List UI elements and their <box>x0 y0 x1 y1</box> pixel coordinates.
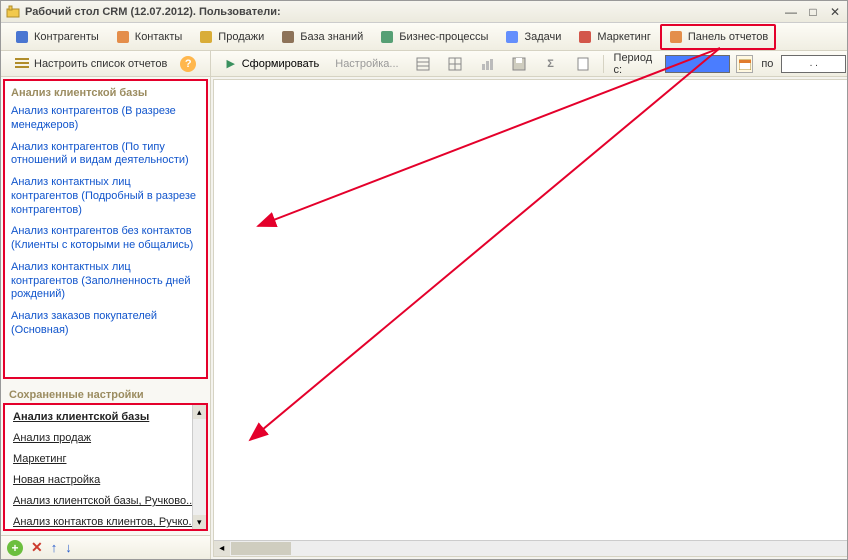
grid-icon <box>415 56 431 72</box>
menu-tasks-button[interactable]: Задачи <box>497 25 568 49</box>
titlebar: Рабочий стол CRM (12.07.2012). Пользоват… <box>1 1 847 23</box>
menu-kb-button[interactable]: База знаний <box>273 25 370 49</box>
tool-btn-3[interactable] <box>473 53 501 75</box>
tool-btn-2[interactable] <box>441 53 469 75</box>
menu-contractors-label: Контрагенты <box>34 31 99 43</box>
report-link[interactable]: Анализ заказов покупателей (Основная) <box>11 310 200 338</box>
left-toolbar: Настроить список отчетов ? <box>1 51 210 77</box>
saved-setting-item[interactable]: Маркетинг <box>5 449 206 470</box>
menu-kb-label: База знаний <box>300 31 363 43</box>
marketing-icon <box>577 29 593 45</box>
left-bottom-toolbar: + ✕ ↑ ↓ <box>1 535 210 559</box>
scroll-down-icon[interactable]: ▾ <box>193 515 206 529</box>
saved-setting-item[interactable]: Анализ контактов клиентов, Ручко... <box>5 512 206 531</box>
move-up-button[interactable]: ↑ <box>51 540 58 555</box>
close-button[interactable]: ✕ <box>827 5 843 19</box>
saved-settings-panel: Анализ клиентской базыАнализ продажМарке… <box>3 403 208 531</box>
menu-sales-label: Продажи <box>218 31 264 43</box>
window-controls: — □ ✕ <box>783 5 843 19</box>
configure-reports-label: Настроить список отчетов <box>34 58 167 70</box>
toolbar-separator <box>603 55 604 73</box>
menu-reports-button[interactable]: Панель отчетов <box>660 24 776 50</box>
menu-marketing-button[interactable]: Маркетинг <box>570 25 657 49</box>
tool-btn-1[interactable] <box>409 53 437 75</box>
saved-setting-item[interactable]: Анализ клиентской базы <box>5 407 206 428</box>
contacts-icon <box>115 29 131 45</box>
add-button[interactable]: + <box>7 540 23 556</box>
kb-icon <box>280 29 296 45</box>
maximize-button[interactable]: □ <box>805 5 821 19</box>
saved-setting-item[interactable]: Анализ клиентской базы, Ручково... <box>5 491 206 512</box>
tool-btn-4[interactable] <box>505 53 533 75</box>
minimize-button[interactable]: — <box>783 5 799 19</box>
menu-reports-label: Панель отчетов <box>688 31 768 43</box>
run-button[interactable]: ▶ Сформировать <box>217 53 326 75</box>
saved-setting-item[interactable]: Новая настройка <box>5 470 206 491</box>
menu-bp-label: Бизнес-процессы <box>399 31 488 43</box>
play-icon: ▶ <box>223 56 239 72</box>
saved-panel-wrap: Сохраненные настройки Анализ клиентской … <box>3 385 208 531</box>
left-pane: Настроить список отчетов ? Анализ клиент… <box>1 51 211 559</box>
menu-sales-button[interactable]: Продажи <box>191 25 271 49</box>
reports-list: Анализ контрагентов (В разрезе менеджеро… <box>11 105 200 338</box>
window-title: Рабочий стол CRM (12.07.2012). Пользоват… <box>25 6 783 18</box>
calendar-from-icon[interactable] <box>736 55 753 73</box>
help-icon[interactable]: ? <box>180 56 196 72</box>
reports-panel: Анализ клиентской базы Анализ контрагент… <box>3 79 208 379</box>
tool-btn-5[interactable]: Σ <box>537 53 565 75</box>
table-icon <box>447 56 463 72</box>
po-label: по <box>761 58 773 70</box>
chart-icon <box>479 56 495 72</box>
report-link[interactable]: Анализ контактных лиц контрагентов (Подр… <box>11 176 200 217</box>
scroll-up-icon[interactable]: ▴ <box>193 405 206 419</box>
menu-marketing-label: Маркетинг <box>597 31 650 43</box>
contractors-icon <box>14 29 30 45</box>
horizontal-scrollbar[interactable]: ◂ ▸ <box>214 540 847 556</box>
save-icon <box>511 56 527 72</box>
tasks-icon <box>504 29 520 45</box>
report-toolbar: ▶ Сформировать Настройка... Σ Период с: … <box>211 51 847 77</box>
report-link[interactable]: Анализ контрагентов (В разрезе менеджеро… <box>11 105 200 133</box>
settings-label: Настройка... <box>335 58 398 70</box>
menu-bp-button[interactable]: Бизнес-процессы <box>372 25 495 49</box>
tool-btn-6[interactable] <box>569 53 597 75</box>
saved-scrollbar[interactable]: ▴ ▾ <box>192 405 206 529</box>
menu-contacts-button[interactable]: Контакты <box>108 25 190 49</box>
period-label: Период с: <box>614 52 662 76</box>
delete-button[interactable]: ✕ <box>31 539 43 556</box>
report-content-area: ▴ ▾ ◂ ▸ <box>213 79 847 557</box>
menu-contacts-label: Контакты <box>135 31 183 43</box>
date-from-field[interactable] <box>665 55 730 73</box>
saved-settings-list: Анализ клиентской базыАнализ продажМарке… <box>5 405 206 531</box>
doc-icon <box>575 56 591 72</box>
right-pane: ▶ Сформировать Настройка... Σ Период с: … <box>211 51 847 559</box>
menu-tasks-label: Задачи <box>524 31 561 43</box>
settings-button[interactable]: Настройка... <box>329 55 404 73</box>
scroll-thumb-h[interactable] <box>231 542 291 555</box>
sales-icon <box>198 29 214 45</box>
window-frame: Рабочий стол CRM (12.07.2012). Пользоват… <box>0 0 848 560</box>
report-link[interactable]: Анализ контрагентов (По типу отношений и… <box>11 141 200 169</box>
list-icon <box>14 56 30 72</box>
menu-contractors-button[interactable]: Контрагенты <box>7 25 106 49</box>
report-link[interactable]: Анализ контактных лиц контрагентов (Запо… <box>11 261 200 302</box>
body-area: Настроить список отчетов ? Анализ клиент… <box>1 51 847 559</box>
run-label: Сформировать <box>242 58 320 70</box>
sigma-icon: Σ <box>543 56 559 72</box>
date-to-field[interactable]: . . <box>781 55 846 73</box>
saved-setting-item[interactable]: Анализ продаж <box>5 428 206 449</box>
move-down-button[interactable]: ↓ <box>65 540 72 555</box>
scroll-left-icon[interactable]: ◂ <box>214 541 230 556</box>
bp-icon <box>379 29 395 45</box>
app-icon <box>5 4 21 20</box>
main-toolbar: Контрагенты Контакты Продажи База знаний Биз… <box>1 23 847 51</box>
reports-section-title: Анализ клиентской базы <box>11 87 200 99</box>
report-link[interactable]: Анализ контрагентов без контактов (Клиен… <box>11 225 200 253</box>
reports-icon <box>668 29 684 45</box>
saved-settings-title: Сохраненные настройки <box>3 385 208 403</box>
configure-reports-button[interactable]: Настроить список отчетов <box>7 52 174 76</box>
